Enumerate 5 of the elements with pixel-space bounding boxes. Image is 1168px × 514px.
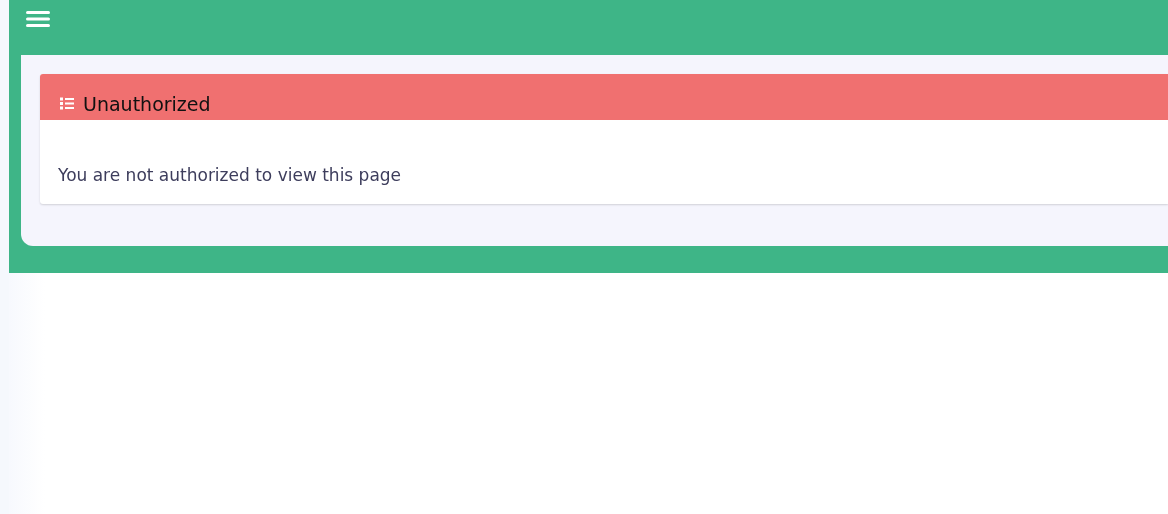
menu-button[interactable] <box>26 10 50 28</box>
message-text: You are not authorized to view this page <box>57 164 403 187</box>
list-icon <box>60 97 74 110</box>
menu-icon <box>26 10 50 28</box>
card-title: Unauthorized <box>83 92 211 116</box>
